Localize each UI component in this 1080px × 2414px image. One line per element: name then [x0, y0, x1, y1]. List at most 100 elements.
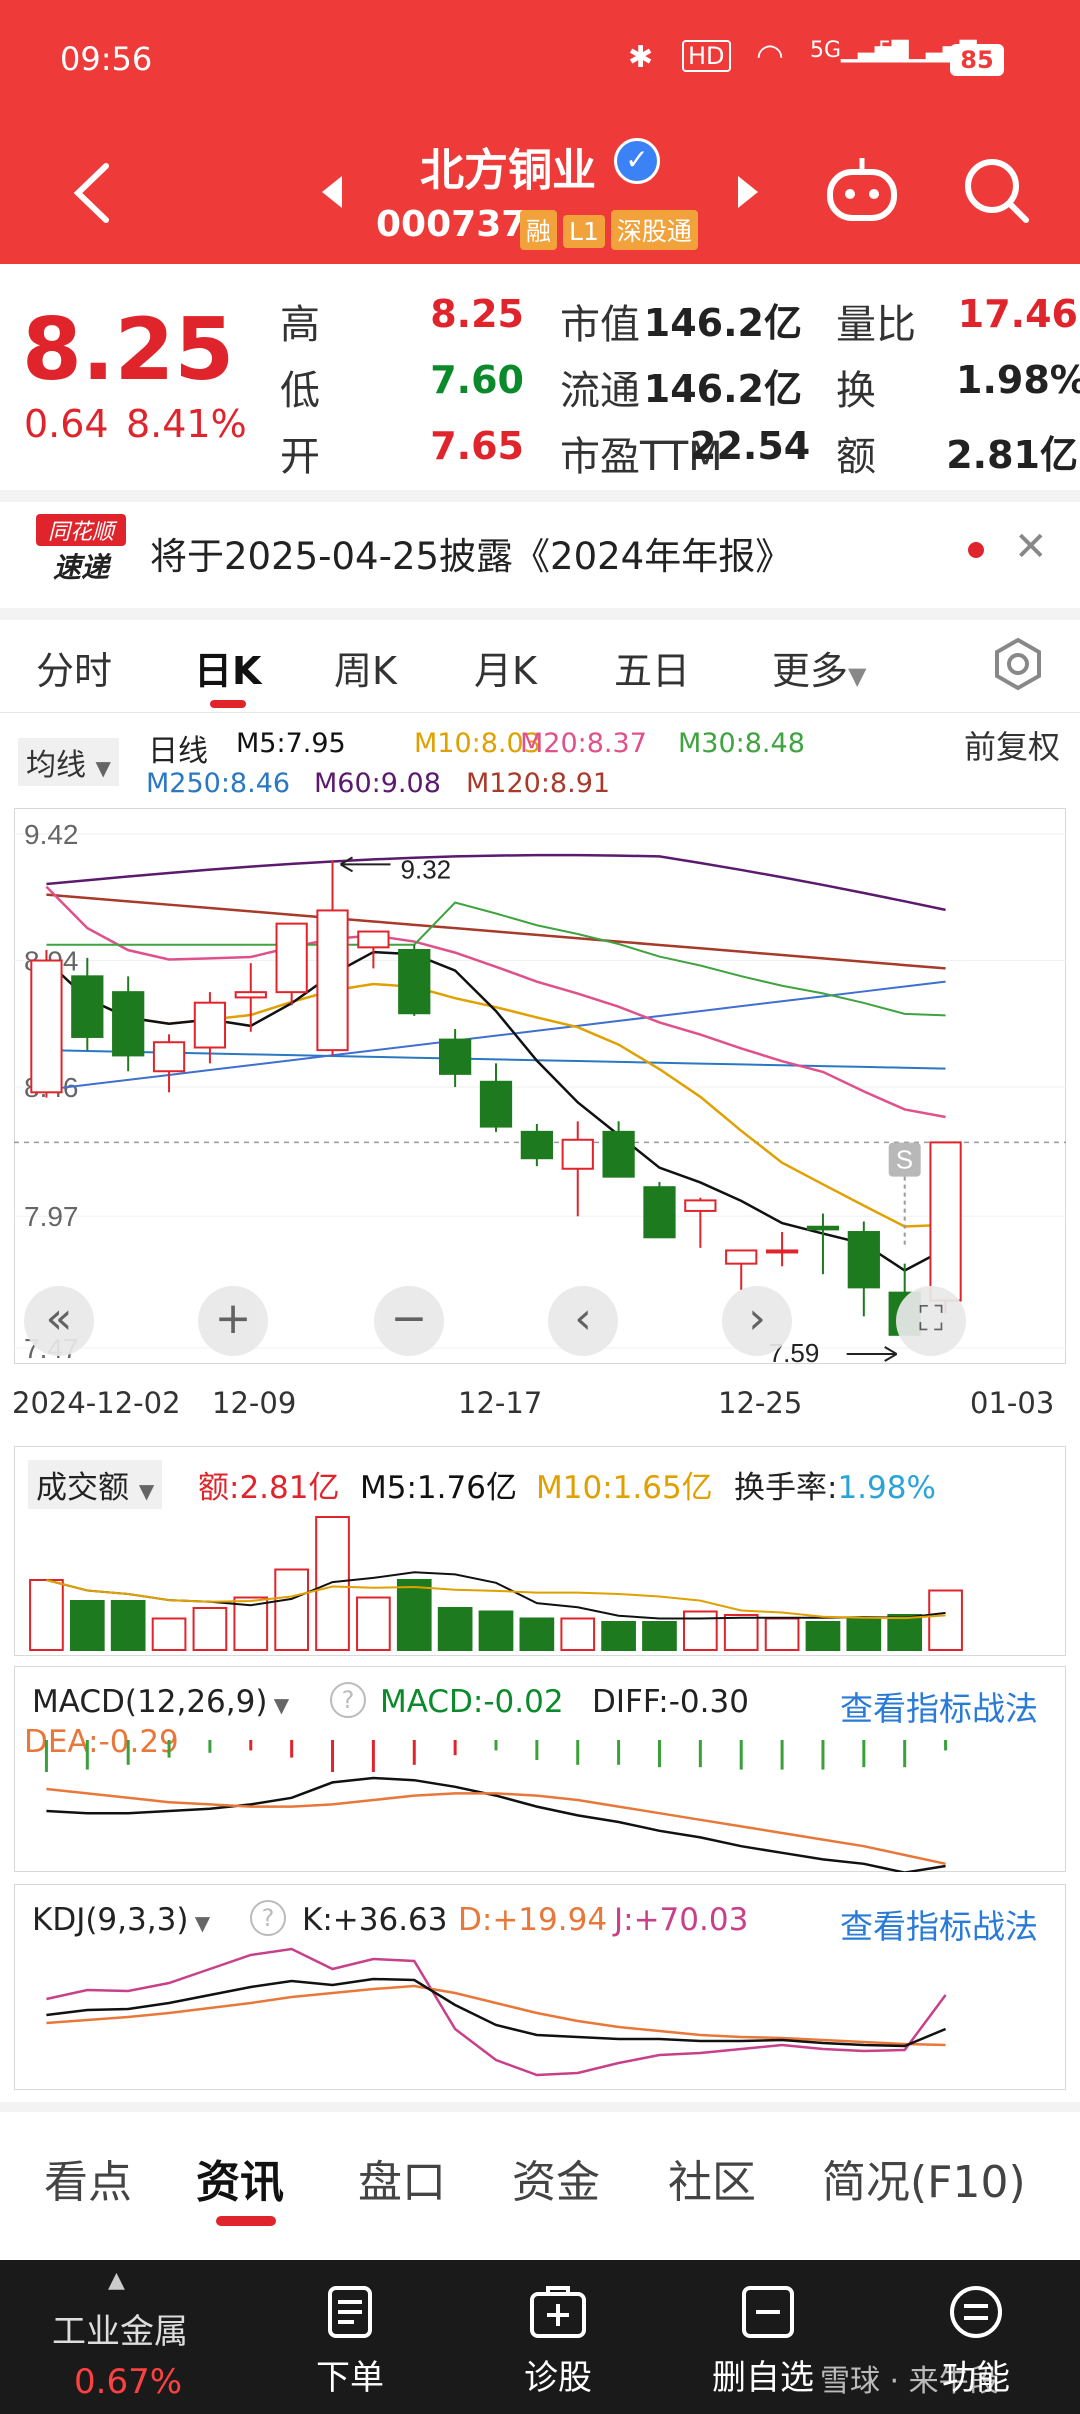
notice-text[interactable]: 将于2025-04-25披露《2024年年报》 — [150, 526, 792, 580]
candle — [602, 1130, 635, 1178]
tab-weekly-k[interactable]: 周K — [334, 640, 397, 695]
low-arrow — [846, 1346, 898, 1362]
bottom-nav: ▲ 工业金属 0.67% 下单 诊股 删自选 功能 雪球 · 来牛段 — [0, 2260, 1080, 2414]
remove-watchlist-icon[interactable] — [740, 2284, 796, 2340]
caret-up-icon: ▲ — [108, 2268, 125, 2293]
xaxis-label-2: 12-17 — [458, 1386, 543, 1420]
quote-value-pe: 22.54 — [690, 424, 811, 468]
menu-icon[interactable] — [948, 2284, 1004, 2340]
nav-order[interactable]: 下单 — [316, 2350, 384, 2399]
bottom-tab-indicator — [216, 2216, 276, 2226]
kdj-d-line — [46, 1984, 946, 2047]
sector-change: 0.67% — [74, 2362, 183, 2402]
tab-timeshare[interactable]: 分时 — [36, 640, 112, 695]
volume-selector[interactable]: 成交额 ▼ — [28, 1460, 163, 1509]
back-icon[interactable] — [70, 160, 114, 226]
stock-name: 北方铜业 — [420, 145, 596, 196]
candle — [643, 1186, 676, 1239]
scroll-right-icon[interactable]: › — [722, 1286, 792, 1356]
volume-bar — [764, 1617, 800, 1651]
badge-margin: 融 — [520, 210, 558, 250]
quote-value-high: 8.25 — [430, 292, 524, 336]
volume-bar — [110, 1600, 146, 1651]
ma-m5: M5:7.95 — [236, 728, 346, 759]
candle — [112, 991, 145, 1057]
fullscreen-icon[interactable]: ⛶ — [896, 1286, 966, 1356]
stock-code: 000737 — [376, 204, 527, 245]
next-stock-icon[interactable] — [734, 172, 762, 212]
tab-news[interactable]: 资讯 — [196, 2146, 284, 2210]
bluetooth-icon: ✱ — [628, 40, 654, 75]
tab-monthly-k[interactable]: 月K — [474, 640, 537, 695]
chevron-down-icon: ▼ — [95, 756, 111, 780]
ma-m250: M250:8.46 — [146, 768, 291, 799]
robot-icon[interactable] — [824, 154, 900, 226]
ma120-line — [46, 893, 946, 970]
volume-chart — [29, 1516, 963, 1651]
candle — [71, 975, 104, 1038]
badge-level: L1 — [563, 215, 605, 248]
candle — [561, 1138, 594, 1170]
xaxis-label-1: 12-09 — [212, 1386, 297, 1420]
ma60-line — [46, 853, 946, 912]
stock-badges: 融 L1 深股通 — [520, 210, 704, 250]
kline-chart[interactable]: 9.428.948.467.977.479.327.59S — [14, 808, 1066, 1364]
volume-bar — [928, 1589, 963, 1651]
candle — [684, 1199, 717, 1212]
shrink-left-icon[interactable]: « — [24, 1286, 94, 1356]
quote-label-high: 高 — [280, 302, 320, 348]
volume-bar — [396, 1579, 432, 1651]
sector-name[interactable]: 工业金属 — [52, 2304, 188, 2353]
volume-bar — [315, 1516, 350, 1651]
settings-icon[interactable] — [990, 636, 1046, 692]
quote-label-turnover: 换 — [836, 368, 876, 414]
nav-diagnose[interactable]: 诊股 — [524, 2350, 592, 2399]
candle — [847, 1231, 880, 1289]
adjust-mode[interactable]: 前复权 — [964, 722, 1060, 768]
tab-orderbook[interactable]: 盘口 — [358, 2146, 446, 2210]
ma-selector[interactable]: 均线 ▼ — [18, 738, 119, 786]
signal-label: S — [896, 1145, 913, 1175]
volume-bar — [601, 1621, 636, 1651]
tab-five-day[interactable]: 五日 — [614, 640, 690, 695]
tab-more[interactable]: 更多▼ — [772, 640, 866, 695]
quote-value-low: 7.60 — [430, 358, 524, 402]
candle — [765, 1249, 799, 1254]
quote-label-low: 低 — [280, 368, 320, 414]
xaxis-label-3: 12-25 — [718, 1386, 803, 1420]
xaxis-label-0: 2024-12-02 — [12, 1386, 181, 1420]
candle — [439, 1038, 472, 1075]
xaxis-label-4: 01-03 — [970, 1386, 1055, 1420]
y-tick-label: 7.97 — [24, 1201, 79, 1232]
nav-remove-watchlist[interactable]: 删自选 — [712, 2350, 814, 2399]
search-icon[interactable] — [962, 156, 1032, 226]
volume-bar — [846, 1617, 882, 1651]
ma-m30: M30:8.48 — [678, 728, 805, 759]
zoom-out-icon[interactable]: − — [374, 1286, 444, 1356]
diagnose-icon[interactable] — [528, 2284, 588, 2340]
tab-profile-f10[interactable]: 简况(F10) — [822, 2146, 1026, 2210]
prev-stock-icon[interactable] — [318, 172, 346, 212]
tab-highlights[interactable]: 看点 — [44, 2146, 132, 2210]
quote-value-float: 146.2亿 — [643, 367, 802, 411]
volume-bar — [69, 1600, 105, 1651]
candle — [316, 909, 349, 1052]
vol-m10: M10:1.65亿 — [536, 1470, 713, 1506]
candle — [193, 1001, 227, 1049]
tab-capital[interactable]: 资金 — [512, 2146, 600, 2210]
order-icon[interactable] — [322, 2284, 378, 2340]
zoom-in-icon[interactable]: + — [198, 1286, 268, 1356]
quote-value-volratio: 17.46 — [957, 292, 1078, 336]
close-icon[interactable]: ✕ — [1014, 524, 1048, 570]
macd-dea-line — [46, 1787, 946, 1866]
ma-period-label: 日线 — [148, 734, 208, 769]
y-tick-label: 9.42 — [24, 819, 79, 850]
candle — [520, 1130, 553, 1160]
volume-bar — [560, 1617, 596, 1651]
badge-connect: 深股通 — [610, 210, 698, 250]
scroll-left-icon[interactable]: ‹ — [548, 1286, 618, 1356]
tab-community[interactable]: 社区 — [668, 2146, 756, 2210]
vol-turnover: 换手率:1.98% — [734, 1470, 936, 1506]
chevron-down-icon: ▼ — [848, 662, 867, 690]
tab-daily-k[interactable]: 日K — [194, 640, 261, 695]
